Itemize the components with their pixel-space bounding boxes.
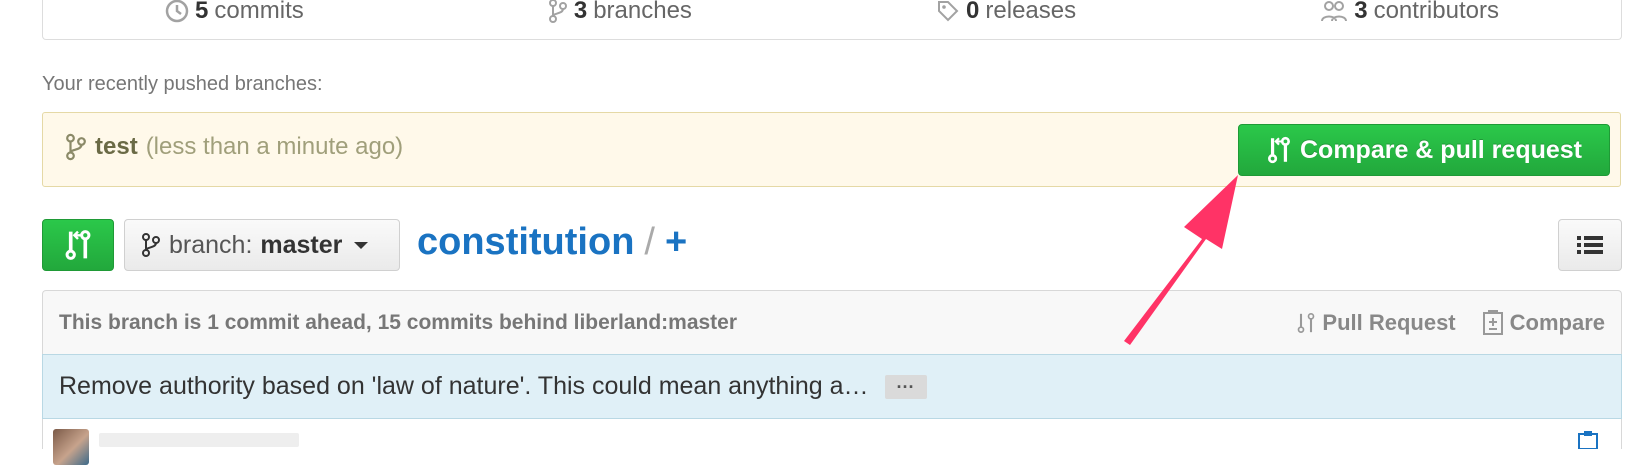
add-file-link[interactable]: + — [665, 221, 687, 264]
commit-author-info — [99, 433, 299, 447]
branch-status-text: This branch is 1 commit ahead, 15 commit… — [59, 311, 738, 334]
list-view-button[interactable] — [1558, 219, 1622, 271]
expand-commit-button[interactable]: ··· — [884, 374, 927, 399]
latest-commit: Remove authority based on 'law of nature… — [42, 354, 1622, 419]
chevron-down-icon — [354, 241, 369, 249]
releases-count: 0 — [966, 0, 980, 24]
commits-icon — [165, 0, 189, 23]
contributors-stat[interactable]: 3 contributors — [1320, 0, 1499, 25]
commit-meta — [42, 419, 1622, 465]
contributors-count: 3 — [1354, 0, 1368, 24]
recent-branch-time: (less than a minute ago) — [145, 133, 404, 160]
compare-label: Compare — [1509, 310, 1605, 335]
contributors-icon — [1321, 1, 1348, 22]
pull-request-link[interactable]: Pull Request — [1296, 310, 1456, 336]
recent-branch-name[interactable]: test — [95, 133, 138, 161]
branch-icon — [142, 233, 160, 257]
clipboard-icon[interactable] — [1577, 431, 1599, 449]
pull-request-icon — [1298, 313, 1315, 333]
commits-count: 5 — [195, 0, 209, 24]
recent-branch-notice: test (less than a minute ago) Compare & … — [42, 112, 1621, 187]
list-icon — [1577, 236, 1603, 254]
recent-branch-item: test (less than a minute ago) — [65, 133, 403, 161]
compare-icon — [65, 230, 91, 260]
compare-link[interactable]: Compare — [1482, 310, 1605, 336]
compare-button[interactable] — [42, 219, 114, 271]
branches-count: 3 — [573, 0, 588, 24]
file-navigation: branch: master constitution / + — [42, 219, 1622, 275]
path-separator: / — [644, 221, 655, 263]
breadcrumb: constitution / + — [417, 221, 687, 264]
recent-branches-label: Your recently pushed branches: — [42, 73, 323, 95]
commits-stat[interactable]: 5 commits — [165, 0, 304, 25]
numbers-summary: 5 commits 3 branches 0 releases 3 contri… — [42, 0, 1622, 40]
avatar[interactable] — [53, 429, 89, 465]
compare-pull-request-button[interactable]: Compare & pull request — [1238, 124, 1610, 176]
branch-name: master — [260, 230, 343, 259]
branch-selector[interactable]: branch: master — [124, 219, 400, 271]
branch-icon — [66, 133, 86, 161]
releases-stat[interactable]: 0 releases — [936, 0, 1076, 25]
contributors-label: contributors — [1373, 0, 1499, 24]
commits-label: commits — [214, 0, 304, 24]
branch-prefix: branch: — [169, 230, 253, 259]
branches-stat[interactable]: 3 branches — [548, 0, 692, 25]
pull-request-label: Pull Request — [1322, 310, 1456, 335]
compare-pull-request-label: Compare & pull request — [1300, 135, 1582, 164]
releases-label: releases — [985, 0, 1077, 24]
compare-icon — [1268, 136, 1290, 164]
commit-message[interactable]: Remove authority based on 'law of nature… — [59, 372, 869, 401]
branch-status-bar: This branch is 1 commit ahead, 15 commit… — [42, 290, 1622, 355]
repo-root-link[interactable]: constitution — [417, 221, 634, 264]
branch-icon — [548, 0, 567, 23]
tag-icon — [938, 1, 959, 22]
compare-icon — [1482, 310, 1503, 335]
branches-label: branches — [593, 0, 692, 24]
